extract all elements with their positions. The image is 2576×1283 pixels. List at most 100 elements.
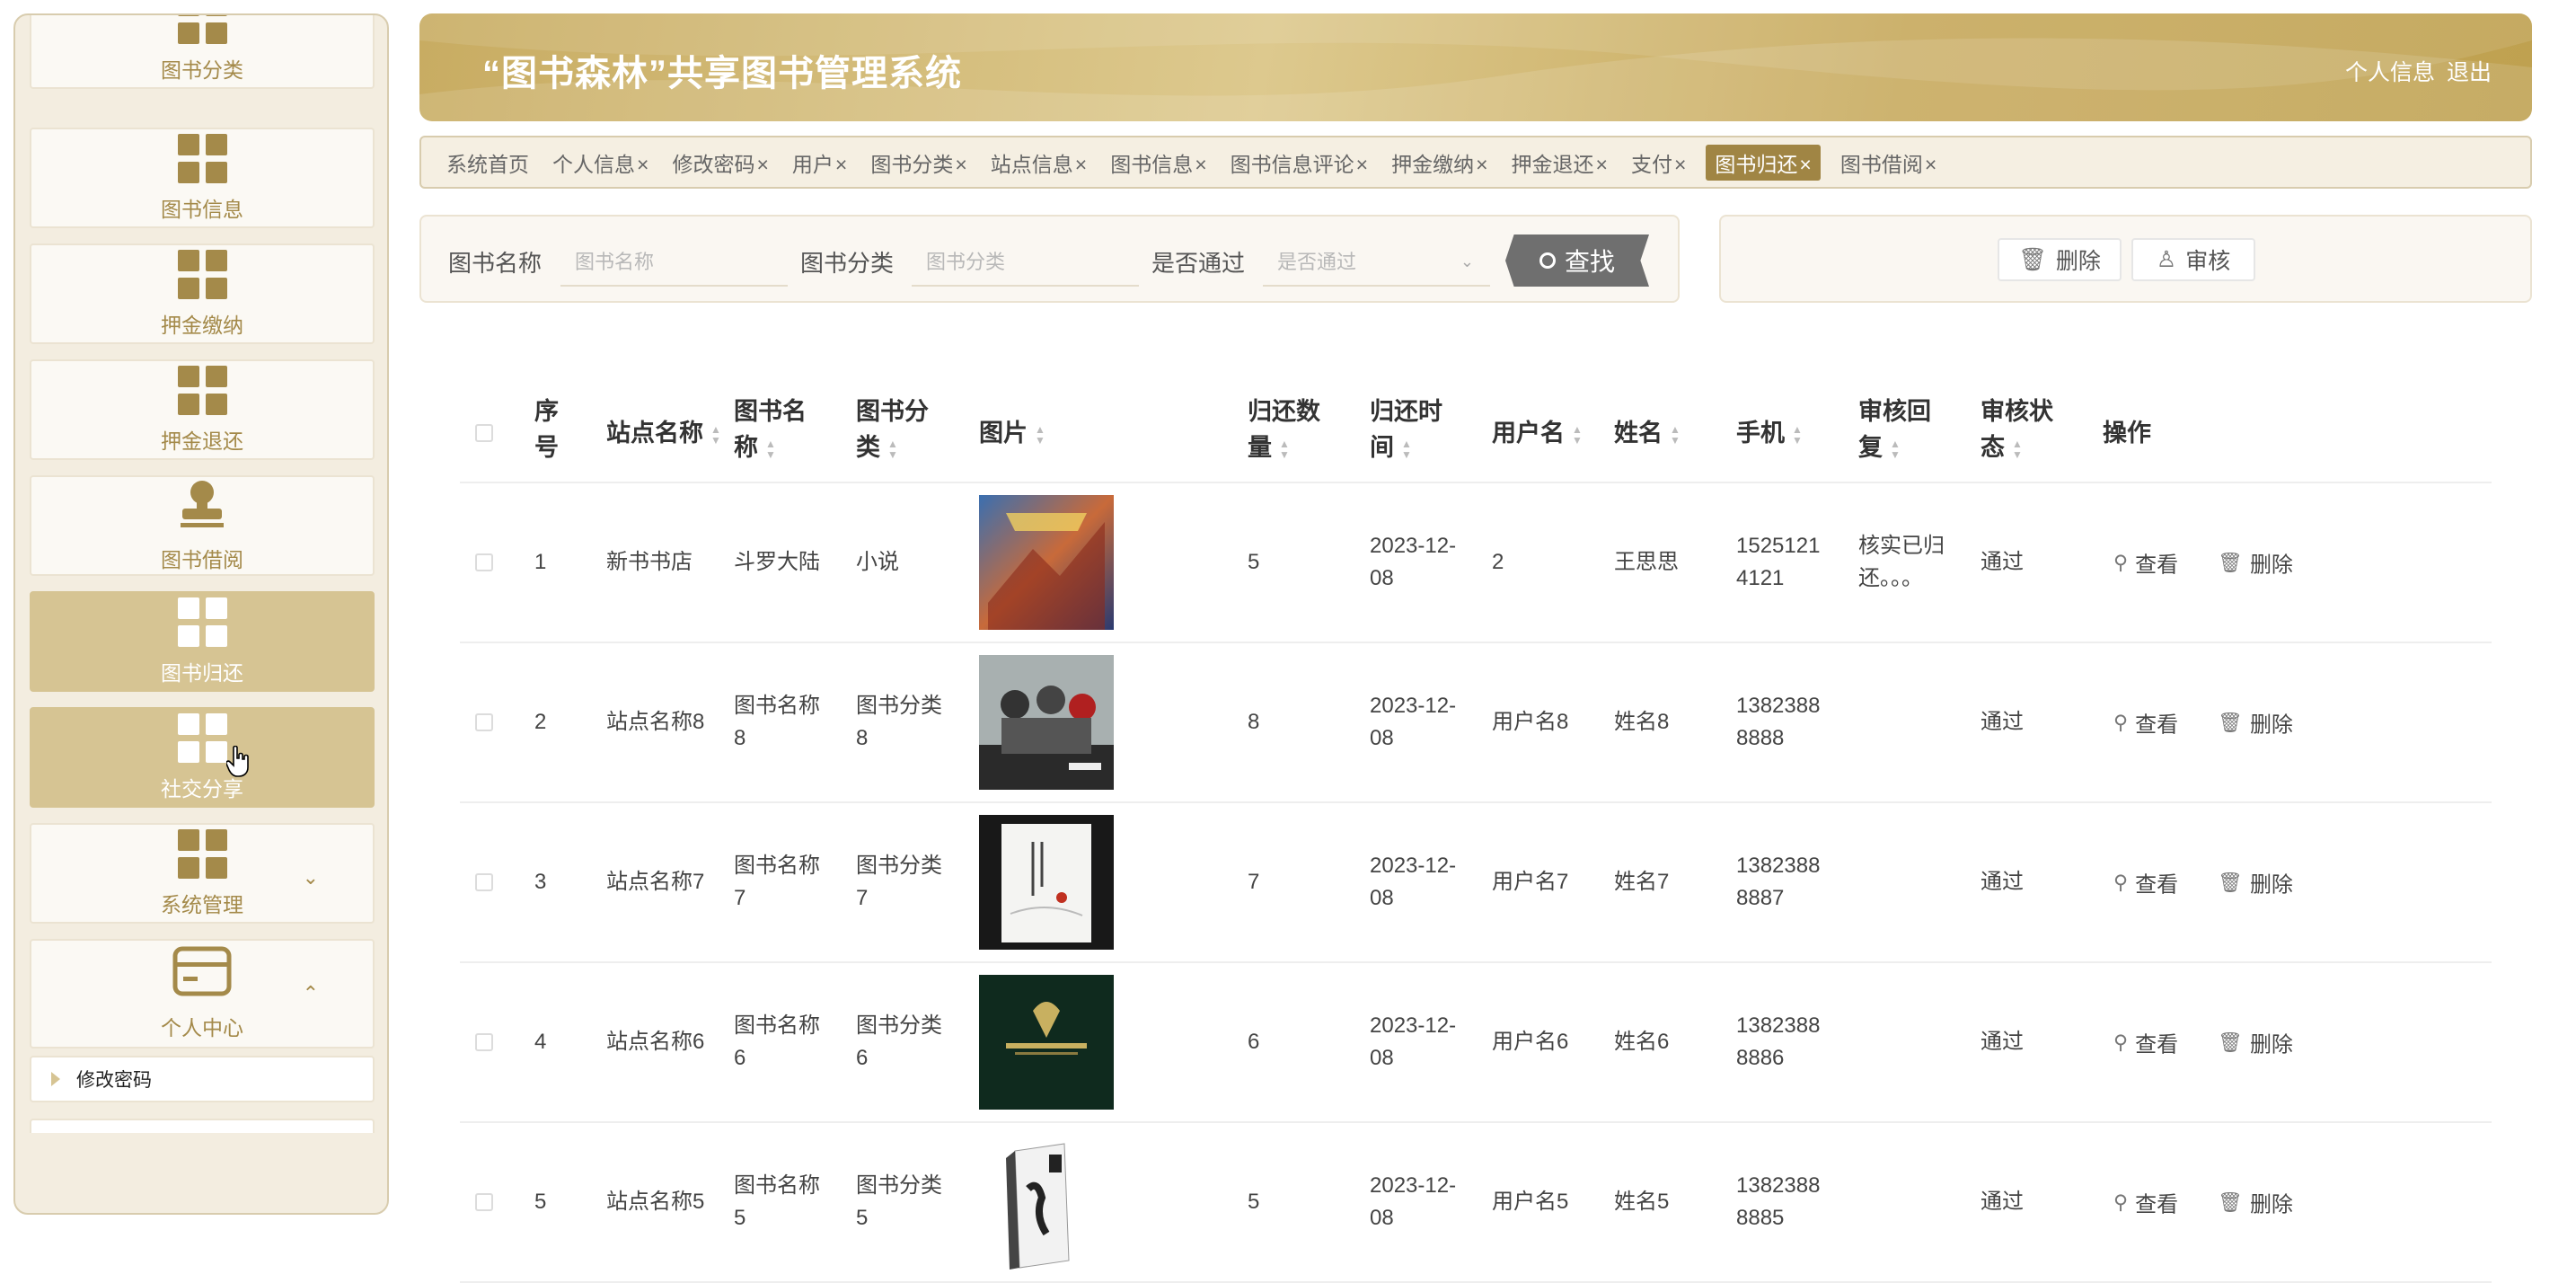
close-icon[interactable]: × <box>1075 153 1087 176</box>
column-header-phone[interactable]: 手机 ▲ ▼ <box>1736 415 1803 451</box>
logout-link[interactable]: 退出 <box>2447 60 2492 85</box>
tab-10[interactable]: 支付× <box>1628 145 1689 181</box>
column-header-text: 类 <box>856 434 880 461</box>
column-header-index[interactable]: 序号 <box>534 394 559 465</box>
sort-icon[interactable]: ▲ ▼ <box>1890 438 1901 460</box>
row-checkbox[interactable] <box>475 873 493 891</box>
column-header-return-qty[interactable]: 归还数量 ▲ ▼ <box>1248 394 1320 465</box>
personal-info-link[interactable]: 个人信息 <box>2345 60 2435 85</box>
delete-row-button[interactable]: 🗑 删除 <box>2218 1027 2293 1058</box>
review-button[interactable]: ♙ 审核 <box>2131 238 2255 281</box>
cell-site: 站点名称5 <box>606 1190 705 1214</box>
close-icon[interactable]: × <box>1596 153 1608 176</box>
delete-button[interactable]: 🗑 删除 <box>1998 238 2122 281</box>
row-checkbox[interactable] <box>475 553 493 571</box>
cell-book_name: 图书名称 6 <box>734 1010 820 1075</box>
trash-icon: 🗑 <box>2218 711 2243 733</box>
tab-0[interactable]: 系统首页 <box>443 145 533 181</box>
sort-icon[interactable]: ▲ ▼ <box>1792 424 1803 446</box>
close-icon[interactable]: × <box>756 153 768 176</box>
sidebar-item-3[interactable]: 押金退还 <box>30 359 375 460</box>
tab-12[interactable]: 图书借阅× <box>1837 145 1940 181</box>
tab-label: 个人信息 <box>552 152 635 176</box>
tab-6[interactable]: 图书信息× <box>1107 145 1210 181</box>
delete-row-button[interactable]: 🗑 删除 <box>2218 547 2293 579</box>
tab-7[interactable]: 图书信息评论× <box>1227 145 1372 181</box>
close-icon[interactable]: × <box>637 153 648 176</box>
sidebar-item-4[interactable]: 图书借阅 <box>30 475 375 576</box>
sort-icon[interactable]: ▲ ▼ <box>1401 438 1412 460</box>
delete-row-button[interactable]: 🗑 删除 <box>2218 707 2293 739</box>
passed-select[interactable]: 是否通过 ⌄ <box>1263 236 1490 287</box>
sort-icon[interactable]: ▲ ▼ <box>765 438 776 460</box>
sidebar-menu[interactable]: 图书分类图书信息押金缴纳押金退还图书借阅图书归还社交分享系统管理 ⌄ 个人中心 ⌃ 修改… <box>15 15 387 1133</box>
column-header-username[interactable]: 用户名 ▲ ▼ <box>1492 415 1583 451</box>
column-header-image[interactable]: 图片 ▲ ▼ <box>979 415 1045 451</box>
delete-row-button[interactable]: 🗑 删除 <box>2218 1187 2293 1218</box>
sidebar-subitem-0[interactable]: 修改密码 <box>30 1056 375 1102</box>
tab-8[interactable]: 押金缴纳× <box>1388 145 1491 181</box>
view-button[interactable]: ⚲ 查看 <box>2113 1187 2178 1218</box>
column-header-review-reply[interactable]: 审核回复 ▲ ▼ <box>1858 394 1931 465</box>
sort-icon[interactable]: ▲ ▼ <box>1670 424 1681 446</box>
book-cover-image[interactable] <box>979 815 1114 950</box>
tab-5[interactable]: 站点信息× <box>987 145 1090 181</box>
cell-site: 站点名称8 <box>606 710 705 734</box>
sidebar: 图书分类图书信息押金缴纳押金退还图书借阅图书归还社交分享系统管理 ⌄ 个人中心 ⌃ 修改… <box>13 13 389 1215</box>
view-button[interactable]: ⚲ 查看 <box>2113 867 2178 898</box>
sidebar-item-1[interactable]: 图书信息 <box>30 128 375 228</box>
grid-icon <box>177 15 227 44</box>
view-button[interactable]: ⚲ 查看 <box>2113 1027 2178 1058</box>
sidebar-item-5[interactable]: 图书归还 <box>30 591 375 692</box>
tab-2[interactable]: 修改密码× <box>668 145 772 181</box>
select-all-checkbox[interactable] <box>475 424 493 442</box>
view-button[interactable]: ⚲ 查看 <box>2113 547 2178 579</box>
sort-icon[interactable]: ▲ ▼ <box>2012 438 2023 460</box>
book-cover-image[interactable] <box>979 495 1114 630</box>
delete-row-button[interactable]: 🗑 删除 <box>2218 867 2293 898</box>
sort-icon[interactable]: ▲ ▼ <box>1279 438 1290 460</box>
find-button[interactable]: 查找 <box>1505 234 1649 287</box>
column-header-return-time[interactable]: 归还时间 ▲ ▼ <box>1370 394 1442 465</box>
cell-line: 2023-12- <box>1370 854 1457 878</box>
tab-4[interactable]: 图书分类× <box>867 145 970 181</box>
row-checkbox[interactable] <box>475 1193 493 1211</box>
close-icon[interactable]: × <box>835 153 847 176</box>
sort-icon[interactable]: ▲ ▼ <box>710 424 721 446</box>
book-cover-image[interactable] <box>979 655 1114 790</box>
sort-icon[interactable]: ▲ ▼ <box>887 438 898 460</box>
book-name-input[interactable]: 图书名称 <box>560 236 788 287</box>
view-button-label: 查看 <box>2135 872 2179 898</box>
column-header-review-status[interactable]: 审核状态 ▲ ▼ <box>1981 394 2053 465</box>
view-button[interactable]: ⚲ 查看 <box>2113 707 2178 739</box>
column-header-name[interactable]: 姓名 ▲ ▼ <box>1614 415 1681 451</box>
sidebar-item-0[interactable]: 图书分类 <box>30 15 375 89</box>
sidebar-subitem-1[interactable]: 个人信息 <box>30 1119 375 1133</box>
close-icon[interactable]: × <box>1195 153 1206 176</box>
book-cover-image[interactable] <box>979 1135 1114 1270</box>
row-checkbox[interactable] <box>475 713 493 731</box>
tab-1[interactable]: 个人信息× <box>549 145 652 181</box>
sidebar-item-2[interactable]: 押金缴纳 <box>30 243 375 344</box>
close-icon[interactable]: × <box>1925 153 1936 176</box>
close-icon[interactable]: × <box>1674 153 1686 176</box>
sidebar-item-8[interactable]: 个人中心 ⌃ <box>30 939 375 1049</box>
column-header-book-name[interactable]: 图书名称 ▲ ▼ <box>734 394 807 465</box>
close-icon[interactable]: × <box>1476 153 1487 176</box>
close-icon[interactable]: × <box>1799 153 1811 176</box>
category-input[interactable]: 图书分类 <box>912 236 1139 287</box>
row-checkbox[interactable] <box>475 1033 493 1051</box>
sort-icon[interactable]: ▲ ▼ <box>1035 424 1045 446</box>
close-icon[interactable]: × <box>1356 153 1368 176</box>
sort-icon[interactable]: ▲ ▼ <box>1572 424 1583 446</box>
tab-9[interactable]: 押金退还× <box>1508 145 1611 181</box>
tab-3[interactable]: 用户× <box>789 145 851 181</box>
close-icon[interactable]: × <box>955 153 966 176</box>
column-header-category[interactable]: 图书分类 ▲ ▼ <box>856 394 929 465</box>
column-header-site[interactable]: 站点名称 ▲ ▼ <box>606 415 721 451</box>
tab-11[interactable]: 图书归还× <box>1706 144 1821 181</box>
cell-line: 1382388 <box>1736 694 1821 718</box>
book-cover-image[interactable] <box>979 975 1114 1110</box>
sidebar-item-6[interactable]: 社交分享 <box>30 707 375 808</box>
sidebar-item-7[interactable]: 系统管理 ⌄ <box>30 823 375 924</box>
